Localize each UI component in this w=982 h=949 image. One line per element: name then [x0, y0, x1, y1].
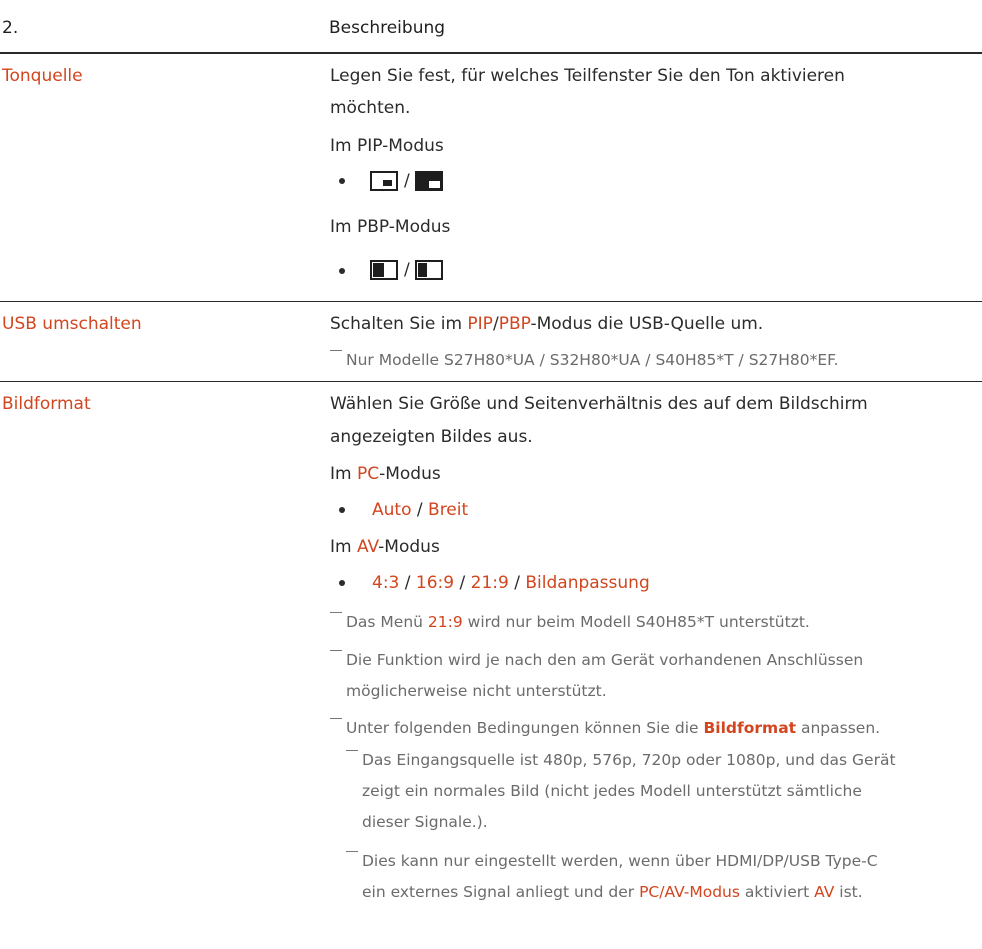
- pip-main-window-icon: [415, 171, 443, 191]
- bullet: [339, 268, 345, 274]
- separator-slash: /: [404, 171, 410, 191]
- pip-mode-label: Im PIP-Modus: [330, 136, 444, 156]
- usb-desc: Schalten Sie im PIP/PBP-Modus die USB-Qu…: [330, 314, 764, 334]
- bullet: [339, 580, 345, 586]
- separator-slash: /: [404, 260, 410, 280]
- tonquelle-desc-line1: Legen Sie fest, für welches Teilfenster …: [330, 66, 845, 86]
- pbp-mode-label: Im PBP-Modus: [330, 217, 451, 237]
- subnote2-line1: Dies kann nur eingestellt werden, wenn ü…: [362, 852, 878, 870]
- bullet: [339, 178, 345, 184]
- row-divider: [0, 301, 982, 302]
- pip-small-window-icon: [370, 171, 398, 191]
- table-header: 2. Beschreibung: [0, 0, 982, 54]
- subnote1-line1: Das Eingangsquelle ist 480p, 576p, 720p …: [362, 751, 896, 769]
- subnote-dash: [346, 750, 358, 751]
- manual-page: 2. Beschreibung Tonquelle Legen Sie fest…: [0, 0, 982, 949]
- subnote2-line2: ein externes Signal anliegt und der PC/A…: [362, 883, 863, 901]
- row-divider: [0, 381, 982, 382]
- note-function-line1: Die Funktion wird je nach den am Gerät v…: [346, 651, 864, 669]
- note-dash: [330, 612, 342, 613]
- av-mode-label: Im AV-Modus: [330, 537, 440, 557]
- note-21-9: Das Menü 21:9 wird nur beim Modell S40H8…: [346, 613, 810, 631]
- pbp-left-window-icon: [370, 260, 398, 280]
- pc-options: Auto / Breit: [372, 500, 469, 520]
- usb-note: Nur Modelle S27H80*UA / S32H80*UA / S40H…: [346, 351, 839, 369]
- subnote-dash: [346, 851, 358, 852]
- tonquelle-desc-line2: möchten.: [330, 98, 411, 118]
- row-label-bildformat: Bildformat: [2, 394, 91, 414]
- bildformat-desc-line2: angezeigten Bildes aus.: [330, 427, 533, 447]
- av-options: 4:3 / 16:9 / 21:9 / Bildanpassung: [372, 573, 650, 593]
- header-col2: Beschreibung: [329, 18, 446, 38]
- note-function-line2: möglicherweise nicht unterstützt.: [346, 682, 607, 700]
- pc-mode-label: Im PC-Modus: [330, 464, 441, 484]
- bildformat-desc-line1: Wählen Sie Größe und Seitenverhältnis de…: [330, 394, 868, 414]
- note-conditions: Unter folgenden Bedingungen können Sie d…: [346, 719, 881, 737]
- header-col1: 2.: [2, 18, 19, 38]
- row-label-tonquelle: Tonquelle: [2, 66, 83, 86]
- note-dash: [330, 718, 342, 719]
- bullet: [339, 507, 345, 513]
- subnote1-line2: zeigt ein normales Bild (nicht jedes Mod…: [362, 782, 862, 800]
- note-dash: [330, 350, 342, 351]
- subnote1-line3: dieser Signale.).: [362, 813, 488, 831]
- note-dash: [330, 650, 342, 651]
- pbp-right-window-icon: [415, 260, 443, 280]
- row-label-usb: USB umschalten: [2, 314, 142, 334]
